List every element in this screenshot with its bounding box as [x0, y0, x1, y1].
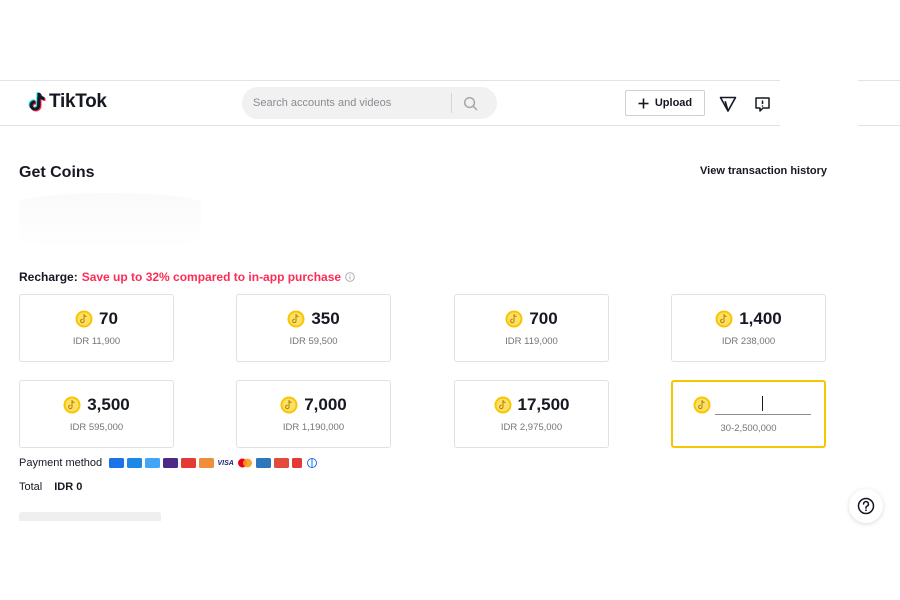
credit-card-icon: [199, 458, 215, 468]
linkaja-icon: [181, 458, 197, 468]
upload-label: Upload: [654, 97, 693, 109]
package-price: IDR 595,000: [69, 422, 124, 433]
recharge-label: Recharge:: [19, 270, 78, 284]
amex-icon: [256, 458, 272, 468]
coin-icon: [280, 396, 298, 414]
total-label: Total: [19, 481, 43, 493]
coin-package-card[interactable]: 17,500 IDR 2,975,000: [454, 380, 609, 448]
package-price: IDR 1,190,000: [282, 422, 345, 433]
recharge-promo: Save up to 32% compared to in-app purcha…: [81, 270, 342, 284]
plus-icon: [638, 98, 649, 108]
coin-package-card[interactable]: 70 IDR 11,900: [19, 294, 174, 362]
coin-amount: 17,500: [517, 395, 570, 414]
mastercard-icon: [237, 458, 253, 468]
custom-coin-package-card[interactable]: 30-2,500,000: [671, 380, 826, 448]
coin-amount: 3,500: [87, 395, 130, 414]
package-price: IDR 119,000: [505, 336, 558, 347]
coin-icon: [715, 310, 733, 328]
coin-package-card[interactable]: 700 IDR 119,000: [454, 294, 609, 362]
coin-amount: 1,400: [739, 309, 782, 328]
coin-package-grid: 70 IDR 11,900 350 IDR 59,500 700 IDR 119…: [19, 294, 827, 448]
send-filter-icon: [719, 96, 737, 112]
inbox-button[interactable]: [717, 93, 739, 115]
ovo-icon: [163, 458, 179, 468]
recharge-heading: Recharge: Save up to 32% compared to in-…: [19, 270, 355, 284]
coin-amount: 700: [529, 309, 558, 328]
package-price: IDR 2,975,000: [500, 422, 563, 433]
bank-transfer-icon: [109, 458, 125, 468]
coin-icon: [494, 396, 511, 414]
payment-method-label: Payment method: [19, 457, 103, 469]
coin-package-card[interactable]: 350 IDR 59,500: [236, 294, 391, 362]
card-icon: [145, 458, 161, 468]
coin-package-card[interactable]: 3,500 IDR 595,000: [19, 380, 174, 448]
package-price: IDR 238,000: [721, 336, 776, 347]
total-value: IDR 0: [54, 481, 83, 493]
atm-icon: [127, 458, 143, 468]
message-icon: [754, 96, 770, 112]
search-input[interactable]: [242, 96, 451, 110]
package-price: IDR 59,500: [289, 336, 338, 347]
search-bar: [242, 87, 497, 119]
view-transaction-history-link[interactable]: View transaction history: [700, 165, 827, 177]
diners-icon: [305, 458, 319, 468]
alfamart-icon: [292, 458, 303, 468]
messages-button[interactable]: [751, 93, 773, 115]
tiktok-logo[interactable]: TikTok: [28, 91, 107, 113]
recharge-button-placeholder[interactable]: [19, 512, 161, 521]
coin-amount: 70: [99, 309, 118, 328]
info-icon[interactable]: [345, 272, 355, 282]
total-row: Total IDR 0: [19, 481, 82, 493]
coin-package-card[interactable]: 7,000 IDR 1,190,000: [236, 380, 391, 448]
banner-placeholder: [19, 193, 201, 249]
coin-amount: 350: [311, 309, 340, 328]
custom-coin-range: 30-2,500,000: [720, 423, 777, 434]
coin-amount: 7,000: [304, 395, 347, 414]
coin-icon: [693, 396, 711, 414]
custom-coin-amount-input[interactable]: [715, 394, 811, 415]
topbar-extension: [858, 80, 900, 126]
payment-method-row: Payment method VISA: [19, 457, 319, 469]
text-caret: [762, 396, 763, 411]
coin-icon: [63, 396, 81, 414]
coin-icon: [75, 310, 93, 328]
package-price: IDR 11,900: [72, 336, 121, 347]
top-navigation-bar: TikTok Upload: [0, 80, 780, 126]
coin-icon: [505, 310, 523, 328]
payment-method-icons: VISA: [109, 458, 319, 468]
page-title: Get Coins: [19, 164, 95, 181]
upload-button[interactable]: Upload: [625, 90, 705, 116]
tiktok-note-icon: [28, 92, 46, 112]
coin-icon: [287, 310, 305, 328]
coin-package-card[interactable]: 1,400 IDR 238,000: [671, 294, 826, 362]
question-icon: [857, 497, 875, 515]
help-button[interactable]: [849, 489, 883, 523]
jcb-icon: [274, 458, 290, 468]
logo-wordmark: TikTok: [49, 91, 107, 112]
visa-icon: VISA: [217, 458, 235, 468]
search-button[interactable]: [452, 87, 488, 119]
search-icon: [463, 96, 477, 110]
